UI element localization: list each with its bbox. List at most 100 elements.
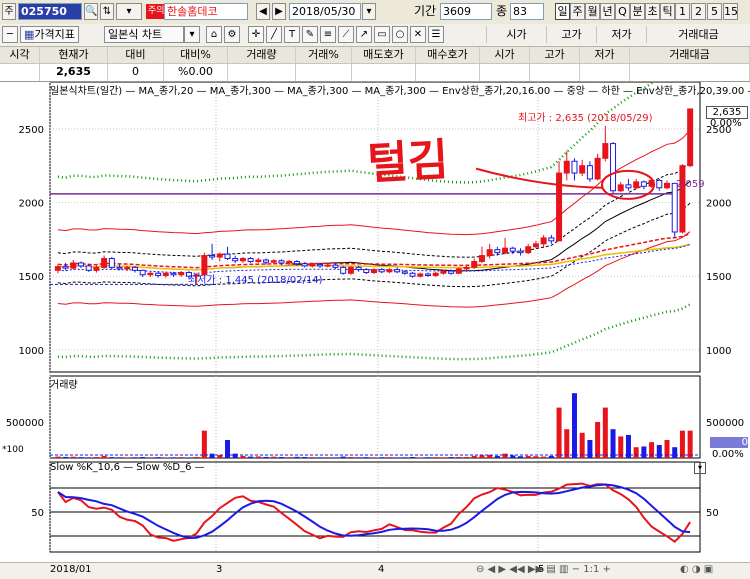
rect-tool-icon[interactable]: ▭ (374, 26, 390, 43)
date-input[interactable]: 2018/05/30 (289, 3, 361, 20)
pen-tool-icon[interactable]: ✎ (302, 26, 318, 43)
candle-body (610, 143, 617, 192)
volume-bar (356, 457, 362, 458)
volume-bar (248, 456, 254, 458)
chart-svg[interactable]: 2500 25002000 20001500 15001000 1000털김500000… (0, 57, 750, 562)
candle-body (147, 272, 154, 276)
col-header-open: 시가 (486, 26, 546, 43)
zoom-out-icon[interactable]: ⊖ ◀ ▶ ◀◀ ▶▶ ▤ ▥ − 1:1 + (476, 564, 611, 575)
market-selector[interactable]: 주 (2, 3, 16, 20)
candle-body (324, 264, 331, 267)
x-label-0: 2018/01 (50, 564, 92, 575)
candle-body (216, 253, 223, 258)
volume-bar (302, 456, 308, 458)
candle-body (340, 266, 347, 274)
line-tool-icon[interactable]: ╱ (266, 26, 282, 43)
arrow-tool-icon[interactable]: ↗ (356, 26, 372, 43)
quote-label-9: 고가 (530, 47, 580, 63)
period-button-8[interactable]: 1 (675, 3, 690, 20)
stock-name-field[interactable]: 한솔홈데코 (164, 3, 248, 20)
period-button-1[interactable]: 주 (570, 3, 585, 20)
stoch-legend: Slow %K_10,6 — Slow %D_6 — (50, 462, 205, 473)
candle-body (532, 243, 539, 248)
candle-body (139, 269, 146, 276)
sort-icon[interactable]: ⇅ (100, 3, 114, 20)
pane-collapse-icon[interactable]: ▾ (694, 462, 706, 474)
candle-body (494, 249, 501, 254)
price-tick-right-3: 1000 (706, 346, 731, 357)
candle-body (448, 270, 455, 274)
next-icon[interactable]: ▶ (272, 3, 286, 20)
candle-body (417, 273, 424, 277)
dropdown-icon[interactable]: ▾ (116, 3, 142, 20)
period-button-9[interactable]: 2 (691, 3, 706, 20)
crosshair-icon[interactable]: ✛ (248, 26, 264, 43)
volume-bar (641, 446, 647, 458)
col-header-amount: 거래대금 (646, 26, 750, 43)
volume-bar (363, 457, 369, 458)
quote-label-2: 대비 (108, 47, 164, 63)
tool-icon[interactable]: ⚙ (224, 26, 240, 43)
magnet-icon[interactable]: ⌂ (206, 26, 222, 43)
candle-body (170, 272, 177, 276)
candle-body (540, 237, 547, 245)
fib-tool-icon[interactable]: ≡ (320, 26, 336, 43)
quote-value-1: 2,635 (40, 64, 108, 81)
period-button-0[interactable]: 일 (555, 3, 570, 20)
period-button-6[interactable]: 초 (645, 3, 660, 20)
delete-tool-icon[interactable]: ✕ (410, 26, 426, 43)
circle-tool-icon[interactable]: ○ (392, 26, 408, 43)
price-legend: 일본식차트(일간) — MA_종가,20 — MA_종가,300 — MA_종가… (50, 86, 750, 97)
candle-body (440, 270, 447, 274)
trend-tool-icon[interactable]: ⟋ (338, 26, 354, 43)
volume-bar (348, 456, 354, 458)
calendar-dropdown-icon[interactable]: ▾ (362, 3, 376, 20)
candle-body (347, 266, 354, 274)
period-button-3[interactable]: 년 (600, 3, 615, 20)
candle-body (401, 271, 408, 274)
volume-bar (494, 455, 500, 458)
volume-legend: 거래량 (50, 380, 78, 391)
high-annotation: 최고가 : 2,635 (2018/05/29) (518, 113, 653, 124)
text-tool-icon[interactable]: T (284, 26, 300, 43)
stoch-tick-right: 50 (706, 508, 719, 519)
period-button-10[interactable]: 5 (707, 3, 722, 20)
search-icon[interactable]: 🔍 (84, 3, 98, 20)
candle-body (386, 269, 393, 273)
candle-body (378, 269, 385, 273)
chart-type-select[interactable]: 일본식 차트 (104, 26, 184, 43)
volume-bar (263, 456, 269, 458)
period-button-5[interactable]: 분 (630, 3, 645, 20)
candle-body (432, 272, 439, 276)
volume-bar (410, 456, 416, 458)
period-button-4[interactable]: Q (615, 3, 630, 20)
period-button-2[interactable]: 월 (585, 3, 600, 20)
minimize-icon[interactable]: ─ (2, 26, 18, 43)
prev-icon[interactable]: ◀ (256, 3, 270, 20)
candle-body (633, 181, 640, 189)
volume-bar (425, 457, 431, 458)
period-input[interactable]: 3609 (440, 3, 492, 20)
candle-body (502, 247, 509, 254)
low-annotation: 최저가 : 1,445 (2018/02/14) (188, 275, 323, 286)
volume-bar (672, 447, 678, 458)
candle-body (602, 143, 609, 159)
volume-right-box: 0 (710, 437, 748, 448)
chart-type-dropdown-icon[interactable]: ▾ (184, 26, 200, 43)
settings-tool-icon[interactable]: ☰ (428, 26, 444, 43)
zoom-controls-icon[interactable]: ◐ ◑ ▣ (680, 564, 713, 575)
stock-code-input[interactable]: 025750 (18, 3, 82, 20)
grid-icon: ▦ (24, 28, 35, 41)
volume-bar (564, 429, 570, 458)
period-button-11[interactable]: 15 (723, 3, 738, 20)
volume-bar (78, 457, 84, 458)
candle-body (124, 266, 131, 270)
chart-area[interactable]: 2500 2500 2000 2000 1500 1500 1000 1000 털김 500000… (0, 57, 750, 578)
period-button-7[interactable]: 틱 (660, 3, 675, 20)
quote-label-4: 거래량 (228, 47, 296, 63)
quote-label-7: 매수호가 (416, 47, 480, 63)
volume-bar (286, 457, 292, 458)
count-input[interactable]: 83 (510, 3, 544, 20)
indicator-button[interactable]: ▦가격지표 (20, 26, 79, 43)
candle-body (131, 266, 138, 271)
